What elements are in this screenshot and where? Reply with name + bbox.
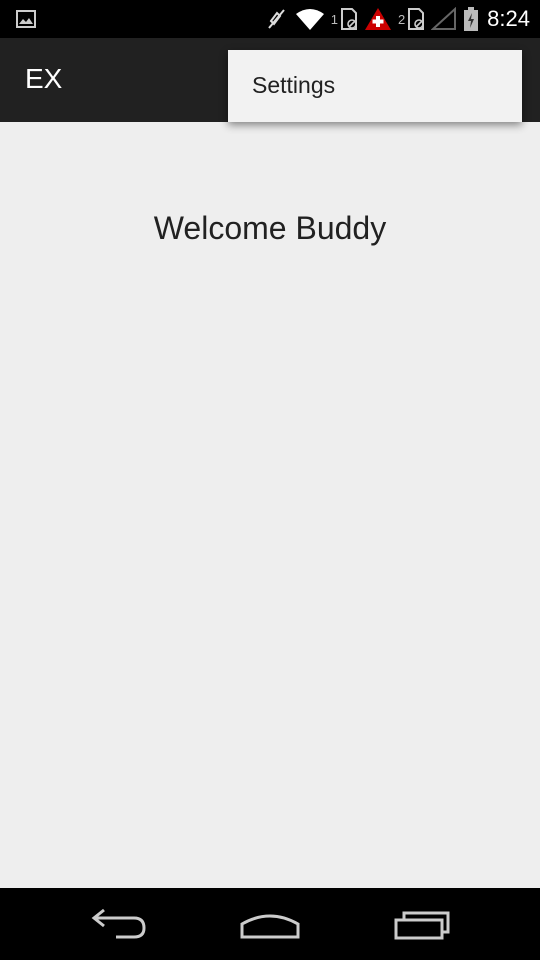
sim-2-label: 2 xyxy=(397,11,406,27)
battery-icon xyxy=(463,6,479,32)
image-notification-icon xyxy=(16,9,36,29)
status-bar-left xyxy=(16,9,36,34)
status-clock: 8:24 xyxy=(487,6,530,31)
signal-icon xyxy=(431,7,457,31)
status-bar-right: 1 2 8:24 xyxy=(265,0,530,38)
mute-icon xyxy=(265,7,289,31)
navigation-bar xyxy=(0,888,540,960)
recents-icon[interactable] xyxy=(390,904,454,949)
main-content: Welcome Buddy xyxy=(0,122,540,888)
wifi-icon xyxy=(295,7,325,31)
back-icon[interactable] xyxy=(88,904,150,949)
overflow-menu: Settings xyxy=(228,50,522,122)
sim-1-label: 1 xyxy=(330,11,338,27)
alert-icon xyxy=(364,7,392,31)
home-icon[interactable] xyxy=(238,904,302,949)
sim-card-1-icon xyxy=(340,7,358,31)
welcome-text: Welcome Buddy xyxy=(153,210,387,246)
app-title: EX xyxy=(25,63,63,94)
menu-item-settings[interactable]: Settings xyxy=(228,50,522,122)
sim-card-2-icon xyxy=(407,7,425,31)
status-bar: 1 2 8:24 xyxy=(0,0,540,38)
